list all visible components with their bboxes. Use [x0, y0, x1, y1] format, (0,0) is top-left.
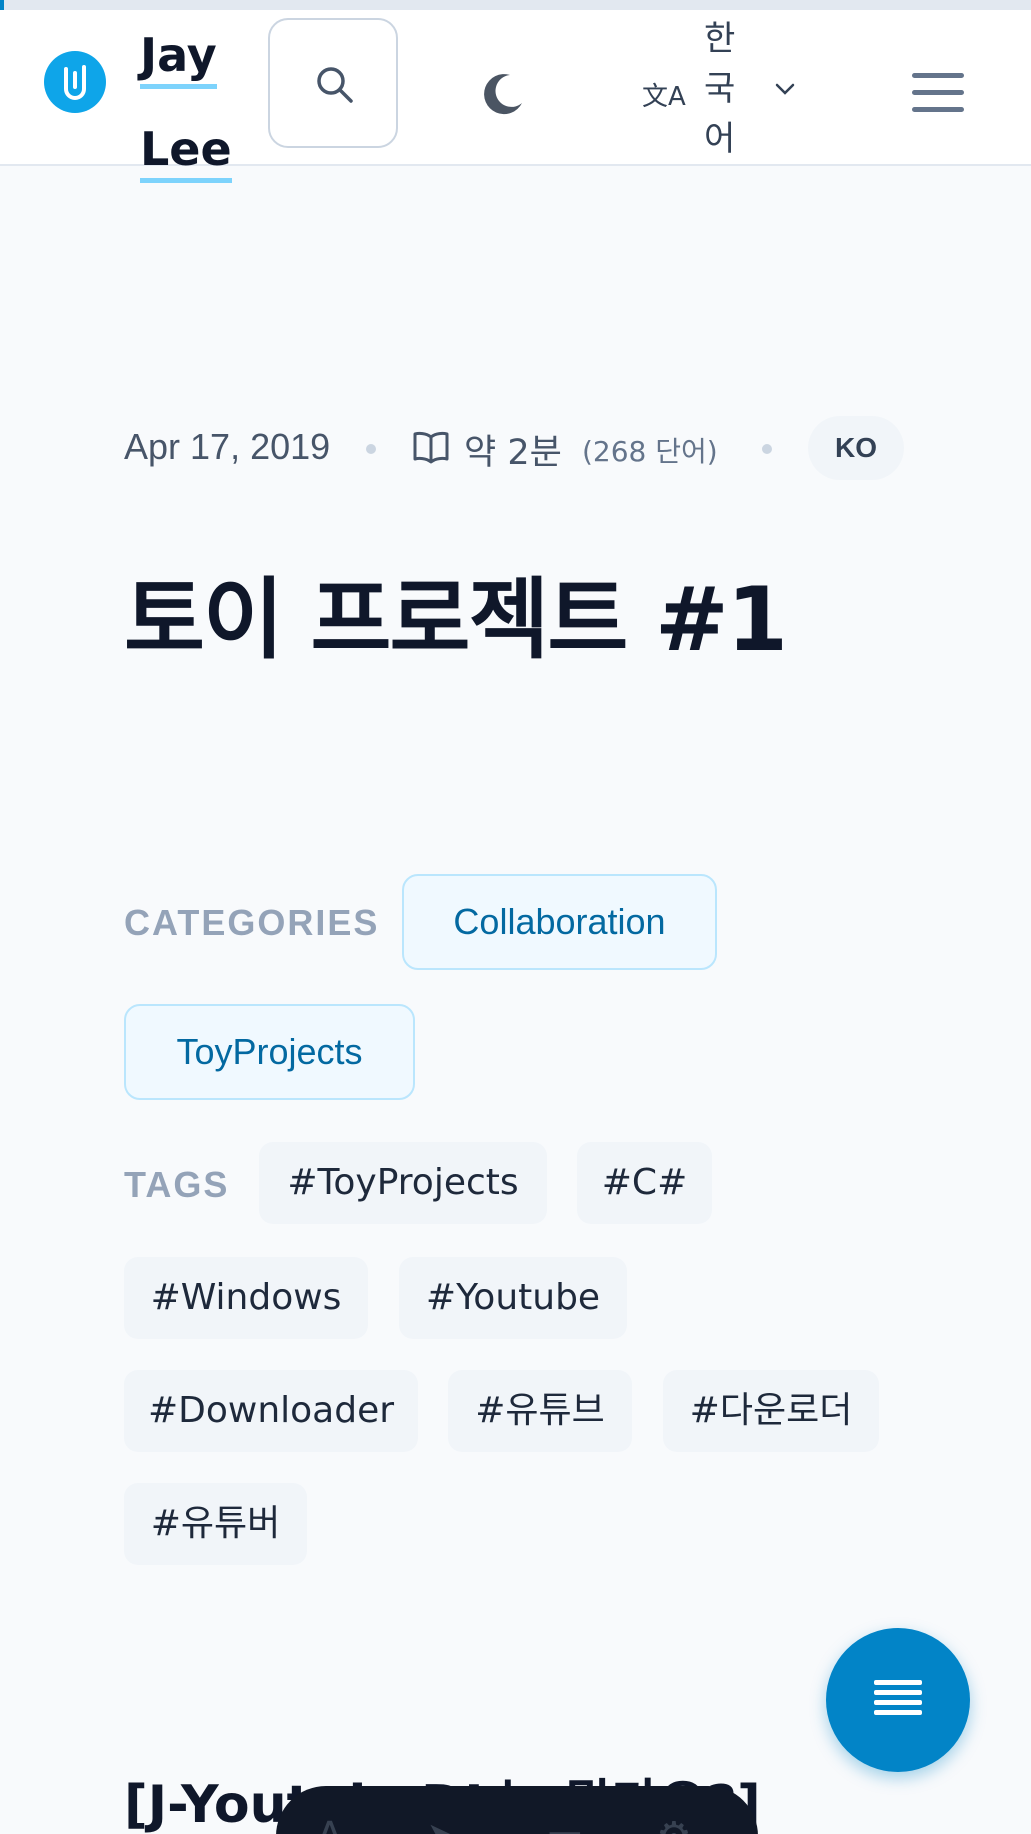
categories-label: CATEGORIES — [124, 902, 380, 943]
comment-icon[interactable]: ▬ — [546, 1814, 584, 1834]
brand-line-1: Jay — [140, 28, 217, 89]
post-meta: Apr 17, 2019 약 2분 (268 단어) KO — [124, 416, 924, 480]
read-time: 약 2분 — [464, 433, 562, 473]
table-of-contents-button[interactable] — [826, 1628, 970, 1772]
language-selector[interactable]: 한국어 — [704, 14, 740, 164]
theme-toggle-button[interactable] — [478, 70, 528, 120]
category-chip-collaboration[interactable]: Collaboration — [402, 874, 717, 970]
hamburger-menu-icon[interactable] — [912, 70, 964, 114]
chevron-down-icon[interactable] — [774, 82, 796, 96]
bottom-toolbar[interactable]: A ➤ ▬ ⚙ — [276, 1786, 758, 1834]
book-open-icon — [413, 431, 449, 464]
tag-chip[interactable]: #Youtube — [399, 1257, 627, 1339]
search-icon — [317, 67, 353, 103]
settings-icon[interactable]: ⚙ — [656, 1814, 692, 1834]
tag-chip[interactable]: #유튜버 — [124, 1483, 307, 1565]
site-header: Jay Lee 文A 한국어 — [0, 10, 1031, 183]
font-size-icon[interactable]: A — [316, 1814, 343, 1834]
moon-icon — [484, 73, 522, 114]
paperclip-logo-icon[interactable] — [44, 51, 106, 113]
search-button[interactable] — [268, 18, 398, 148]
reading-progress-fill — [0, 0, 5, 10]
meta-separator — [366, 444, 376, 454]
tag-chip[interactable]: #C# — [577, 1142, 712, 1224]
site-brand-link[interactable]: Jay Lee — [140, 20, 240, 208]
tag-chip[interactable]: #유튜브 — [448, 1370, 632, 1452]
meta-separator — [762, 444, 772, 454]
tag-chip[interactable]: #Windows — [124, 1257, 368, 1339]
page-title: 토이 프로젝트 #1 — [124, 568, 788, 671]
language-badge: KO — [808, 416, 904, 480]
tag-chip[interactable]: #다운로더 — [663, 1370, 879, 1452]
post-date: Apr 17, 2019 — [124, 426, 331, 467]
brand-line-2: Lee — [140, 122, 232, 183]
tags-label: TAGS — [124, 1164, 230, 1205]
word-count: (268 단어) — [582, 435, 718, 468]
tag-chip[interactable]: #ToyProjects — [259, 1142, 547, 1224]
category-chip-toyprojects[interactable]: ToyProjects — [124, 1004, 415, 1100]
share-icon[interactable]: ➤ — [426, 1814, 460, 1834]
reading-progress-track — [0, 0, 1031, 10]
translate-icon: 文A — [642, 82, 686, 112]
tag-chip[interactable]: #Downloader — [124, 1370, 418, 1452]
